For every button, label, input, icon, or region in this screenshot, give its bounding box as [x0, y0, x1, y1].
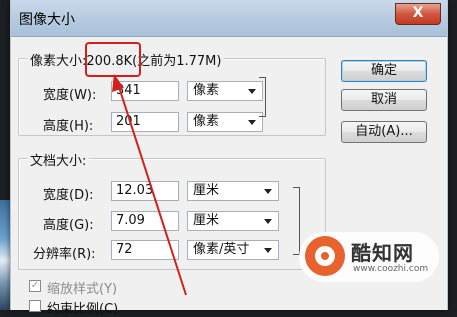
annotation-arrow-icon — [112, 74, 187, 296]
